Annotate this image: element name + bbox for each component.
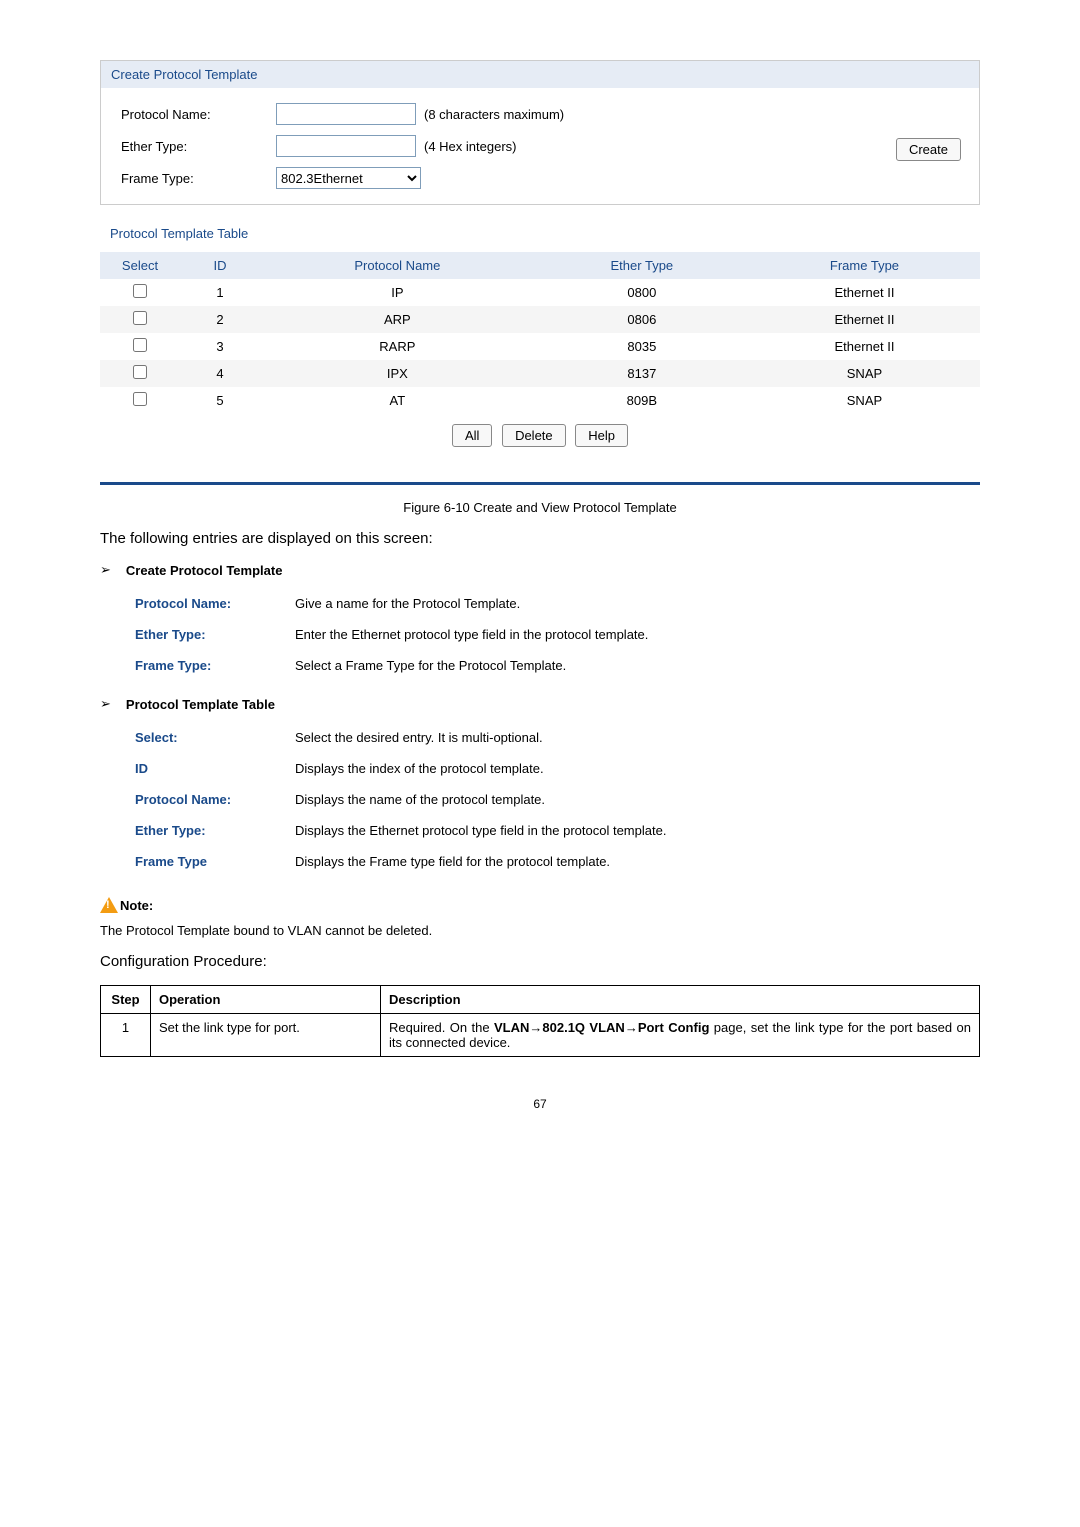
cell-id: 2 <box>180 306 260 333</box>
delete-button[interactable]: Delete <box>502 424 566 447</box>
definition-row: Protocol Name: Displays the name of the … <box>135 784 980 815</box>
definition-term: Protocol Name: <box>135 792 295 807</box>
definition-term: Frame Type <box>135 854 295 869</box>
protocol-data-table: Select ID Protocol Name Ether Type Frame… <box>100 252 980 414</box>
definition-term: Frame Type: <box>135 658 295 673</box>
procedure-table: Step Operation Description 1 Set the lin… <box>100 985 980 1057</box>
definition-term: ID <box>135 761 295 776</box>
definition-desc: Give a name for the Protocol Template. <box>295 596 980 611</box>
help-button[interactable]: Help <box>575 424 628 447</box>
th-operation: Operation <box>151 986 381 1014</box>
cell-frame: Ethernet II <box>749 279 980 306</box>
definition-row: ID Displays the index of the protocol te… <box>135 753 980 784</box>
table-row: 1 IP 0800 Ethernet II <box>100 279 980 306</box>
cell-id: 1 <box>180 279 260 306</box>
definition-row: Ether Type: Displays the Ethernet protoc… <box>135 815 980 846</box>
definition-desc: Select a Frame Type for the Protocol Tem… <box>295 658 980 673</box>
note-section: Note: The Protocol Template bound to VLA… <box>100 897 980 938</box>
cell-name: RARP <box>260 333 535 360</box>
cell-frame: SNAP <box>749 360 980 387</box>
arrow-icon: ➢ <box>100 562 111 578</box>
definition-term: Ether Type: <box>135 627 295 642</box>
ether-type-hint: (4 Hex integers) <box>424 139 516 154</box>
th-protocol-name: Protocol Name <box>260 252 535 279</box>
th-ether-type: Ether Type <box>535 252 749 279</box>
cell-step: 1 <box>101 1014 151 1057</box>
row-checkbox[interactable] <box>133 392 147 406</box>
procedure-row: 1 Set the link type for port. Required. … <box>101 1014 980 1057</box>
note-text: The Protocol Template bound to VLAN cann… <box>100 923 980 938</box>
figure-caption: Figure 6-10 Create and View Protocol Tem… <box>100 500 980 515</box>
definition-row: Select: Select the desired entry. It is … <box>135 722 980 753</box>
definition-desc: Displays the Frame type field for the pr… <box>295 854 980 869</box>
definition-row: Frame Type: Select a Frame Type for the … <box>135 650 980 681</box>
definition-row: Frame Type Displays the Frame type field… <box>135 846 980 877</box>
cell-ether: 0800 <box>535 279 749 306</box>
table-row: 5 AT 809B SNAP <box>100 387 980 414</box>
cell-ether: 0806 <box>535 306 749 333</box>
table-row: 4 IPX 8137 SNAP <box>100 360 980 387</box>
protocol-template-table-section: Protocol Template Table Select ID Protoc… <box>100 220 980 467</box>
definition-term: Select: <box>135 730 295 745</box>
definition-row: Protocol Name: Give a name for the Proto… <box>135 588 980 619</box>
create-section-title: Create Protocol Template <box>101 61 979 88</box>
definition-term: Protocol Name: <box>135 596 295 611</box>
row-checkbox[interactable] <box>133 311 147 325</box>
table-row: 3 RARP 8035 Ethernet II <box>100 333 980 360</box>
table-section-title: Protocol Template Table <box>100 220 980 247</box>
definition-desc: Select the desired entry. It is multi-op… <box>295 730 980 745</box>
cell-frame: Ethernet II <box>749 306 980 333</box>
create-defs-title: Create Protocol Template <box>126 563 283 578</box>
th-frame-type: Frame Type <box>749 252 980 279</box>
note-label: Note: <box>120 898 153 913</box>
cell-name: IP <box>260 279 535 306</box>
create-protocol-form: Create Protocol Template Protocol Name: … <box>100 60 980 205</box>
th-select: Select <box>100 252 180 279</box>
page-number: 67 <box>100 1097 980 1111</box>
definition-desc: Displays the index of the protocol templ… <box>295 761 980 776</box>
cell-frame: Ethernet II <box>749 333 980 360</box>
cell-name: AT <box>260 387 535 414</box>
cell-ether: 809B <box>535 387 749 414</box>
definition-row: Ether Type: Enter the Ethernet protocol … <box>135 619 980 650</box>
frame-type-select[interactable]: 802.3Ethernet <box>276 167 421 189</box>
cell-name: ARP <box>260 306 535 333</box>
protocol-name-hint: (8 characters maximum) <box>424 107 564 122</box>
divider <box>100 482 980 485</box>
table-defs-title: Protocol Template Table <box>126 697 275 712</box>
intro-text: The following entries are displayed on t… <box>100 530 980 547</box>
th-id: ID <box>180 252 260 279</box>
definition-desc: Enter the Ethernet protocol type field i… <box>295 627 980 642</box>
arrow-icon: ➢ <box>100 696 111 712</box>
protocol-name-input[interactable] <box>276 103 416 125</box>
row-checkbox[interactable] <box>133 365 147 379</box>
cell-ether: 8035 <box>535 333 749 360</box>
definition-term: Ether Type: <box>135 823 295 838</box>
cell-description: Required. On the VLAN→802.1Q VLAN→Port C… <box>381 1014 980 1057</box>
frame-type-label: Frame Type: <box>121 171 276 186</box>
protocol-name-label: Protocol Name: <box>121 107 276 122</box>
row-checkbox[interactable] <box>133 284 147 298</box>
definition-desc: Displays the name of the protocol templa… <box>295 792 980 807</box>
cell-ether: 8137 <box>535 360 749 387</box>
cell-id: 4 <box>180 360 260 387</box>
all-button[interactable]: All <box>452 424 492 447</box>
create-button[interactable]: Create <box>896 138 961 161</box>
config-heading: Configuration Procedure: <box>100 953 980 970</box>
cell-id: 5 <box>180 387 260 414</box>
definition-desc: Displays the Ethernet protocol type fiel… <box>295 823 980 838</box>
cell-name: IPX <box>260 360 535 387</box>
row-checkbox[interactable] <box>133 338 147 352</box>
ether-type-label: Ether Type: <box>121 139 276 154</box>
definitions-section: ➢ Create Protocol Template Protocol Name… <box>100 562 980 877</box>
cell-id: 3 <box>180 333 260 360</box>
ether-type-input[interactable] <box>276 135 416 157</box>
warning-icon <box>100 897 118 913</box>
th-step: Step <box>101 986 151 1014</box>
th-description: Description <box>381 986 980 1014</box>
cell-operation: Set the link type for port. <box>151 1014 381 1057</box>
table-row: 2 ARP 0806 Ethernet II <box>100 306 980 333</box>
cell-frame: SNAP <box>749 387 980 414</box>
